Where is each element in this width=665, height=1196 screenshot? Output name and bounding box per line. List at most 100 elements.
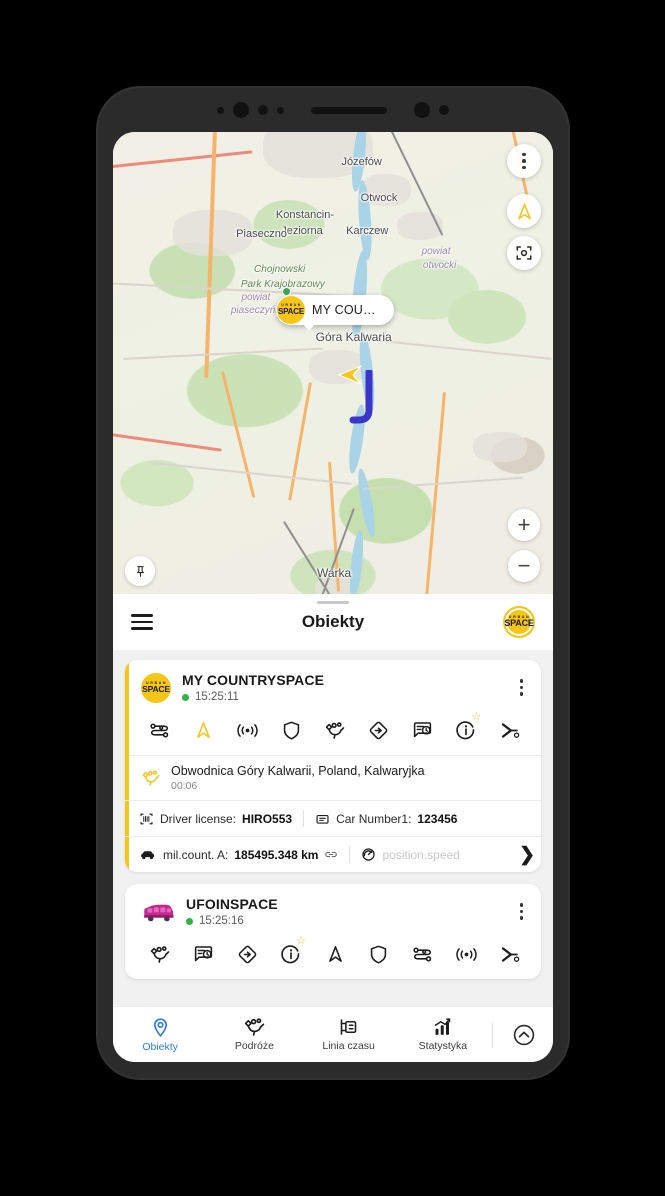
signal-waves-icon [455, 946, 478, 963]
map-urban-area [473, 432, 527, 462]
chevron-right-icon[interactable]: ❯ [519, 845, 535, 864]
sheet-drag-handle[interactable] [317, 601, 349, 604]
tool-dog-track-button[interactable] [314, 715, 356, 745]
brand-logo-icon[interactable]: U R B A N SPACE [503, 606, 535, 638]
card-fields-row-2[interactable]: mil.count. A: 185495.348 km position.spe… [125, 836, 541, 872]
phone-frame: Józefów Otwock Konstancin- Jeziorna Karczew P… [98, 88, 568, 1078]
speedometer-icon [362, 848, 376, 861]
map-more-options-button[interactable] [507, 144, 541, 178]
location-text-wrap: Obwodnica Góry Kalwarii, Poland, Kalwary… [171, 764, 531, 792]
tool-route-button[interactable] [139, 715, 181, 745]
tool-dog-track-button[interactable] [139, 939, 181, 969]
nav-label: Linia czasu [322, 1040, 375, 1052]
direction-sign-icon [368, 720, 389, 741]
map-zoom-out-button[interactable]: − [508, 550, 540, 582]
collapse-sheet-button[interactable] [495, 1023, 553, 1047]
car-icon [141, 850, 155, 859]
status-badge-online [182, 693, 189, 701]
object-name: UFOINSPACE [186, 896, 278, 912]
field-mileage-counter: mil.count. A: 185495.348 km [139, 848, 338, 862]
location-address: Obwodnica Góry Kalwarii, Poland, Kalwary… [171, 764, 425, 778]
van-icon [144, 904, 174, 921]
bar-chart-icon [435, 1018, 451, 1035]
earpiece-speaker [311, 106, 387, 114]
plus-icon: + [517, 512, 531, 537]
navigation-arrow-icon [326, 944, 345, 964]
tool-signal-waves-button[interactable] [445, 939, 487, 969]
map-zoom-in-button[interactable]: + [508, 509, 540, 541]
phone-bezel-top [98, 88, 568, 132]
nav-item-obiekty[interactable]: Obiekty [113, 1017, 207, 1053]
sheet-header: Obiekty U R B A N SPACE [113, 594, 553, 650]
timeline-icon [340, 1019, 357, 1035]
hamburger-menu-button[interactable] [131, 614, 153, 630]
object-card-my-countryspace[interactable]: U R B A N SPACE MY COUNTRYSPACE 15:25:11 [125, 660, 541, 872]
tool-shield-button[interactable] [270, 715, 312, 745]
card-location-row[interactable]: Obwodnica Góry Kalwarii, Poland, Kalwary… [125, 755, 541, 800]
shield-icon [282, 720, 301, 741]
tool-navigation-arrow-button[interactable] [183, 715, 225, 745]
navigation-arrow-icon [517, 203, 531, 219]
dog-track-icon [141, 769, 161, 787]
card-title-wrap: MY COUNTRYSPACE 15:25:11 [182, 672, 514, 703]
tool-direction-sign-button[interactable] [358, 715, 400, 745]
card-subtitle: 15:25:16 [186, 915, 514, 927]
tool-direction-sign-button[interactable] [227, 939, 269, 969]
map-pin-toggle-button[interactable] [125, 556, 155, 586]
object-card-list[interactable]: U R B A N SPACE MY COUNTRYSPACE 15:25:11 [113, 650, 553, 1062]
nav-item-statystyka[interactable]: Statystyka [396, 1017, 490, 1052]
field-label: Driver license: [160, 811, 237, 826]
tool-info-circle-button[interactable]: ☆ [270, 935, 312, 969]
direction-sign-icon [237, 944, 258, 965]
shield-icon [369, 944, 388, 965]
avatar [141, 899, 175, 925]
barcode-icon [140, 813, 153, 824]
card-header: UFOINSPACE 15:25:16 [125, 884, 541, 937]
star-icon: ☆ [296, 935, 307, 947]
field-value: HIRO553 [242, 811, 293, 826]
card-tool-icon-row: ☆ [125, 711, 541, 755]
nav-item-podroze[interactable]: Podróże [207, 1017, 301, 1052]
field-label: mil.count. A: [163, 847, 229, 862]
map-marker-callout[interactable]: U R B A N SPACE MY COUNT… [276, 295, 394, 331]
sensor-dot [217, 106, 224, 114]
map-center-location-button[interactable] [507, 236, 541, 270]
front-camera [233, 102, 249, 118]
tool-chevron-settings-button[interactable] [489, 715, 531, 745]
tool-signal-waves-button[interactable] [227, 715, 269, 745]
divider [303, 810, 305, 827]
chevron-up-circle-icon [513, 1024, 535, 1045]
sensor-dot [258, 105, 268, 115]
card-more-options-button[interactable] [514, 675, 529, 699]
bottom-navigation-bar: Obiekty Podróże Linia czasu Statystyka [113, 1006, 553, 1062]
field-car-number: Car Number1: 123456 [315, 812, 457, 826]
map-compass-button[interactable] [507, 194, 541, 228]
route-icon [149, 721, 170, 740]
brand-main-text: SPACE [504, 618, 534, 629]
tool-history-log-button[interactable] [402, 715, 444, 745]
tool-history-log-button[interactable] [183, 939, 225, 969]
link-icon [325, 851, 338, 858]
info-circle-icon [281, 944, 301, 964]
map-view[interactable]: Józefów Otwock Konstancin- Jeziorna Karczew P… [113, 132, 553, 594]
object-card-ufoinspace[interactable]: UFOINSPACE 15:25:16 ☆ [125, 884, 541, 979]
card-more-options-button[interactable] [514, 899, 529, 923]
map-pin-icon [153, 1017, 167, 1037]
card-tool-icon-row: ☆ [125, 935, 541, 979]
nav-label: Obiekty [142, 1040, 178, 1053]
nav-label: Podróże [234, 1040, 274, 1052]
history-log-icon [193, 944, 214, 964]
brand-main-text: SPACE [142, 683, 170, 694]
nav-item-linia-czasu[interactable]: Linia czasu [302, 1017, 396, 1052]
field-value: 123456 [417, 811, 458, 826]
route-icon [412, 945, 433, 964]
star-icon: ☆ [471, 711, 482, 723]
tool-chevron-settings-button[interactable] [489, 939, 531, 969]
front-camera-2 [414, 102, 430, 118]
tool-shield-button[interactable] [358, 939, 400, 969]
card-fields-row-1[interactable]: Driver license: HIRO553 Car Number1: 123… [125, 800, 541, 836]
dog-track-icon [149, 945, 171, 964]
tool-navigation-arrow-button[interactable] [314, 939, 356, 969]
tool-route-button[interactable] [402, 939, 444, 969]
tool-info-circle-button[interactable]: ☆ [445, 711, 487, 745]
